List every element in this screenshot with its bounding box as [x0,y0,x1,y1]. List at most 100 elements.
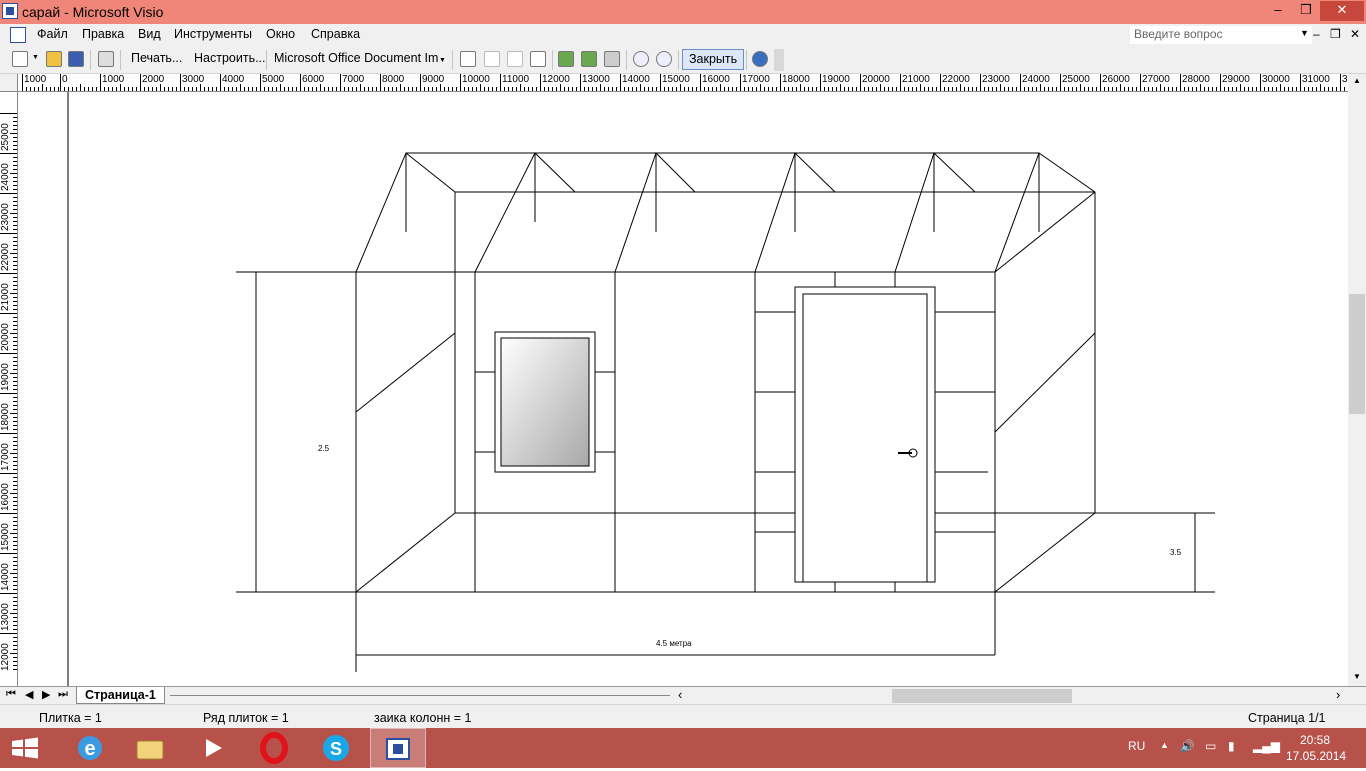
ruler-minor-tick [856,87,857,91]
ruler-minor-tick [400,84,401,91]
minimize-button[interactable]: – [1264,1,1292,21]
help-dropdown-icon[interactable]: ▼ [1300,28,1309,38]
ruler-major-tick [1100,74,1101,91]
zoom-in-icon[interactable] [656,51,672,67]
scroll-down-icon[interactable]: ▼ [1353,672,1361,681]
whole-page-icon[interactable] [581,51,597,67]
close-preview-button[interactable]: Закрыть [682,49,745,70]
doc-close-button[interactable]: ✕ [1350,27,1360,41]
menu-edit[interactable]: Правка [82,27,124,41]
scroll-left-icon[interactable]: ‹ [678,687,682,702]
power-icon[interactable]: ▮ [1228,739,1235,753]
next-page-icon[interactable] [507,51,523,67]
view-icon[interactable] [604,51,620,67]
ruler-minor-tick [472,87,473,91]
ruler-minor-tick [1072,87,1073,91]
menu-window[interactable]: Окно [266,27,295,41]
ruler-major-tick [0,233,17,234]
horizontal-scroll-thumb[interactable] [892,689,1072,703]
ruler-minor-tick [1196,87,1197,91]
help-question-input[interactable]: Введите вопрос [1130,26,1312,44]
last-page-tab-icon[interactable]: ⏭ [58,688,68,701]
close-button[interactable]: ✕ [1320,1,1364,21]
tray-expand-icon[interactable]: ▲ [1160,740,1169,750]
vertical-scrollbar[interactable]: ▲ ▼ [1348,74,1366,686]
zoom-out-icon[interactable] [633,51,649,67]
ruler-minor-tick [13,149,17,150]
ruler-minor-tick [240,84,241,91]
ruler-minor-tick [13,437,17,438]
horizontal-ruler[interactable]: 1000 0 1000 2000 3000 4000 5000 6000 7000 8000 900… [18,74,1348,92]
ruler-minor-tick [13,229,17,230]
scroll-right-icon[interactable]: › [1336,687,1340,702]
menu-tools[interactable]: Инструменты [174,27,252,41]
ruler-minor-tick [416,87,417,91]
page-tab[interactable]: Страница-1 [76,687,165,704]
clock-time[interactable]: 20:58 [1300,733,1330,747]
h-ruler-label: 18000 [782,74,810,85]
save-icon[interactable] [68,51,84,67]
vertical-scroll-thumb[interactable] [1349,294,1365,414]
ruler-minor-tick [784,87,785,91]
ruler-minor-tick [13,321,17,322]
ruler-minor-tick [13,225,17,226]
next-page-tab-icon[interactable]: ▶ [42,688,50,701]
ruler-minor-tick [1036,87,1037,91]
last-page-icon[interactable] [530,51,546,67]
printer-icon[interactable] [98,51,114,67]
drawing-canvas[interactable]: 2.5 3.5 4.5 метра [18,92,1348,686]
previous-page-icon[interactable] [484,51,500,67]
internet-explorer-icon[interactable]: e [62,728,118,768]
ruler-minor-tick [76,87,77,91]
ruler-minor-tick [772,87,773,91]
prev-page-tab-icon[interactable]: ◀ [25,688,33,701]
menu-help[interactable]: Справка [311,27,360,41]
printer-dropdown-icon[interactable]: ▼ [439,57,446,64]
ruler-minor-tick [512,87,513,91]
ruler-minor-tick [1120,84,1121,91]
notification-icon[interactable]: ▭ [1205,739,1216,753]
ruler-major-tick [1060,74,1061,91]
volume-icon[interactable]: 🔊 [1180,739,1195,753]
menu-file[interactable]: Файл [37,27,68,41]
ruler-minor-tick [1136,87,1137,91]
maximize-button[interactable]: ❐ [1292,1,1320,21]
ruler-major-tick [180,74,181,91]
toolbar-options-icon[interactable] [774,49,784,71]
ruler-minor-tick [13,609,17,610]
start-button[interactable] [0,728,50,768]
ruler-minor-tick [13,421,17,422]
clock-date[interactable]: 17.05.2014 [1286,749,1346,763]
skype-icon[interactable]: S [308,728,364,768]
ruler-minor-tick [748,87,749,91]
first-page-tab-icon[interactable]: ⏮ [6,688,16,701]
first-page-icon[interactable] [460,51,476,67]
setup-button[interactable]: Настроить... [194,51,266,69]
language-indicator[interactable]: RU [1128,739,1145,753]
v-ruler-label: 18000 [0,403,11,431]
file-explorer-icon[interactable] [122,728,178,768]
doc-restore-button[interactable]: ❐ [1330,27,1341,41]
visio-app-icon[interactable] [2,3,18,19]
open-icon[interactable] [46,51,62,67]
document-icon[interactable] [10,27,26,43]
horizontal-scrollbar[interactable]: ‹ › [676,687,1348,703]
help-icon[interactable] [752,51,768,67]
new-icon[interactable] [12,51,28,67]
ruler-minor-tick [13,241,17,242]
vertical-ruler[interactable]: 25000 24000 23000 22000 21000 20000 19000 18000… [0,92,18,686]
printer-select[interactable]: Microsoft Office Document Im [274,51,438,69]
single-tile-icon[interactable] [558,51,574,67]
doc-minimize-button[interactable]: – [1313,27,1320,41]
scroll-up-icon[interactable]: ▲ [1353,76,1361,85]
opera-icon[interactable] [246,728,302,768]
svg-text:e: e [84,738,95,760]
ruler-major-tick [860,74,861,91]
network-icon[interactable]: ▂▄▆ [1253,739,1280,753]
ruler-minor-tick [768,87,769,91]
print-button[interactable]: Печать... [131,51,182,69]
menu-view[interactable]: Вид [138,27,161,41]
new-dropdown-icon[interactable]: ▼ [32,54,39,61]
visio-taskbar-icon[interactable] [370,728,426,768]
media-player-icon[interactable] [184,728,240,768]
